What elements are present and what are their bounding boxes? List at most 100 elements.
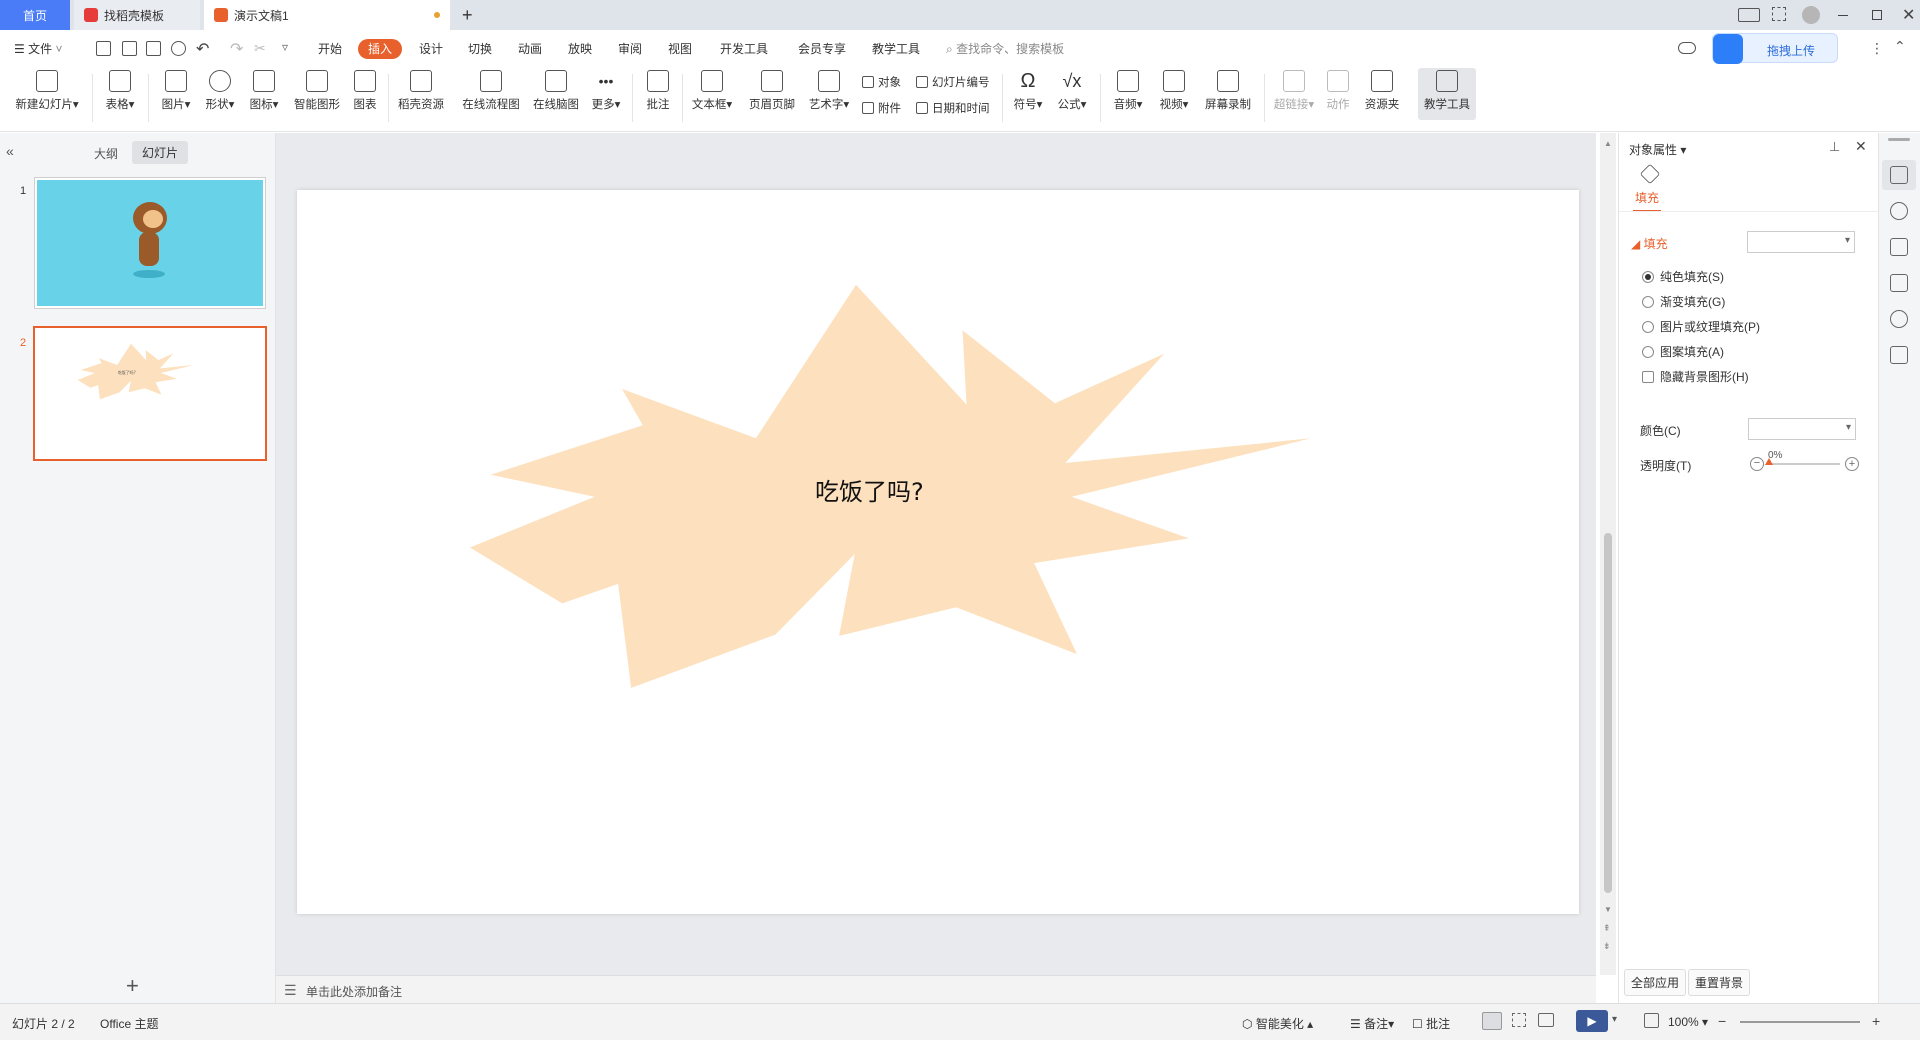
menu-start[interactable]: 开始 <box>318 30 342 68</box>
reset-background-button[interactable]: 重置背景 <box>1688 969 1751 996</box>
prev-slide-icon[interactable]: ⇞ <box>1603 923 1611 934</box>
undo-icon[interactable]: ↶ <box>196 39 209 59</box>
menu-review[interactable]: 审阅 <box>618 30 642 68</box>
collapse-ribbon-icon[interactable]: ⌃ <box>1894 38 1906 55</box>
fit-window-icon[interactable] <box>1644 1013 1659 1028</box>
transparency-slider[interactable] <box>1765 458 1840 465</box>
icon-button[interactable]: 图标▾ <box>244 70 284 112</box>
attachment-button[interactable]: 附件 <box>862 100 901 116</box>
zoom-slider[interactable] <box>1740 1021 1860 1023</box>
tab-document[interactable]: 演示文稿1 <box>204 0 450 30</box>
smart-beautify-button[interactable]: ⬡ 智能美化 ▴ <box>1242 1015 1313 1032</box>
comments-toggle-button[interactable]: ☐ 批注 <box>1412 1015 1450 1032</box>
normal-view-icon[interactable] <box>1482 1012 1502 1030</box>
collapse-panel-icon[interactable]: « <box>6 143 14 159</box>
picture-fill-radio[interactable]: 图片或纹理填充(P) <box>1642 318 1760 335</box>
notes-pane[interactable]: ☰ 单击此处添加备注 <box>276 975 1596 1003</box>
save-icon[interactable] <box>96 41 111 56</box>
menu-design[interactable]: 设计 <box>419 30 443 68</box>
grid-apps-icon[interactable] <box>1772 7 1786 21</box>
menu-insert[interactable]: 插入 <box>358 39 403 59</box>
location-pin-icon[interactable] <box>1890 310 1908 328</box>
shape-text[interactable]: 吃饭了吗? <box>815 472 924 507</box>
minimize-icon[interactable] <box>1838 15 1848 17</box>
online-flowchart-button[interactable]: 在线流程图 <box>458 70 524 112</box>
add-slide-button[interactable]: + <box>126 973 139 999</box>
cloud-icon[interactable] <box>1678 42 1696 54</box>
theme-name[interactable]: Office 主题 <box>100 1015 158 1032</box>
hide-background-checkbox[interactable]: 隐藏背景图形(H) <box>1642 368 1749 385</box>
docer-resource-button[interactable]: 稻壳资源 <box>394 70 448 112</box>
date-time-button[interactable]: 日期和时间 <box>916 100 990 116</box>
textbox-button[interactable]: 文本框▾ <box>688 70 736 112</box>
zoom-out-icon[interactable]: − <box>1718 1013 1726 1029</box>
format-painter-icon[interactable]: ✂ <box>254 40 266 57</box>
screen-record-button[interactable]: 屏幕录制 <box>1200 70 1256 112</box>
menu-member[interactable]: 会员专享 <box>798 30 846 68</box>
video-button[interactable]: 视频▾ <box>1154 70 1194 112</box>
tab-slides[interactable]: 幻灯片 <box>132 141 189 164</box>
slide-thumbnail-selected[interactable]: 吃饭了吗? <box>33 326 267 461</box>
menu-developer[interactable]: 开发工具 <box>720 30 768 68</box>
teaching-tools-button[interactable]: 教学工具 <box>1418 68 1476 120</box>
maximize-icon[interactable] <box>1872 10 1882 20</box>
audio-button[interactable]: 音频▾ <box>1108 70 1148 112</box>
slide-sorter-icon[interactable] <box>1512 1013 1526 1027</box>
solid-fill-radio[interactable]: 纯色填充(S) <box>1642 268 1724 285</box>
print-preview-icon[interactable] <box>171 41 186 56</box>
fill-section-header[interactable]: ◢ 填充 <box>1631 235 1668 252</box>
slide-editor[interactable]: 吃饭了吗? <box>297 190 1579 914</box>
shape-button[interactable]: 形状▾ <box>200 70 240 112</box>
scrollbar-thumb[interactable] <box>1604 533 1612 893</box>
menu-animation[interactable]: 动画 <box>518 30 542 68</box>
redo-icon[interactable]: ↷ <box>230 39 243 59</box>
book-icon[interactable] <box>1890 346 1908 364</box>
next-slide-icon[interactable]: ⇟ <box>1603 941 1611 952</box>
pattern-fill-radio[interactable]: 图案填充(A) <box>1642 343 1724 360</box>
slide-number-button[interactable]: 幻灯片编号 <box>916 74 990 90</box>
menu-view[interactable]: 视图 <box>668 30 692 68</box>
comment-button[interactable]: 批注 <box>640 70 676 112</box>
tab-home[interactable]: 首页 <box>0 0 70 30</box>
apply-all-button[interactable]: 全部应用 <box>1624 969 1687 996</box>
color-dropdown[interactable] <box>1748 418 1856 440</box>
tab-outline[interactable]: 大纲 <box>94 145 118 162</box>
notes-placeholder[interactable]: 单击此处添加备注 <box>306 983 402 1000</box>
notes-toggle-button[interactable]: ☰ 备注▾ <box>1350 1015 1394 1032</box>
new-tab-button[interactable]: + <box>458 0 484 30</box>
avatar[interactable] <box>1802 6 1820 24</box>
menu-teaching[interactable]: 教学工具 <box>872 30 920 68</box>
collapse-sidebar-icon[interactable] <box>1888 138 1910 141</box>
action-button[interactable]: 动作 <box>1322 70 1354 112</box>
window-layout-icon[interactable] <box>1738 8 1760 22</box>
export-pdf-icon[interactable] <box>122 41 137 56</box>
tab-template[interactable]: 找稻壳模板 <box>74 0 200 30</box>
command-search[interactable]: ⌕ 查找命令、搜索模板 <box>946 30 1064 68</box>
reading-view-icon[interactable] <box>1538 1013 1554 1027</box>
picture-button[interactable]: 图片▾ <box>156 70 196 112</box>
picture-tools-icon[interactable] <box>1890 274 1908 292</box>
explosion-shape[interactable] <box>297 190 1579 914</box>
transition-icon[interactable] <box>1890 238 1908 256</box>
menu-slideshow[interactable]: 放映 <box>568 30 592 68</box>
smart-graphic-button[interactable]: 智能图形 <box>290 70 344 112</box>
close-window-icon[interactable]: ✕ <box>1902 5 1915 25</box>
zoom-level[interactable]: 100% ▾ <box>1668 1015 1708 1029</box>
online-mindmap-button[interactable]: 在线脑图 <box>528 70 584 112</box>
transparency-decrease-icon[interactable]: − <box>1750 457 1764 471</box>
wordart-button[interactable]: 艺术字▾ <box>804 70 854 112</box>
close-panel-icon[interactable]: ✕ <box>1855 138 1867 155</box>
chart-button[interactable]: 图表 <box>348 70 382 112</box>
resource-folder-button[interactable]: 资源夹 <box>1360 70 1404 112</box>
pin-icon[interactable]: ⊥ <box>1829 139 1840 155</box>
slideshow-options-icon[interactable]: ▾ <box>1612 1014 1617 1025</box>
gradient-fill-radio[interactable]: 渐变填充(G) <box>1642 293 1725 310</box>
symbol-button[interactable]: Ω 符号▾ <box>1010 70 1046 112</box>
fill-type-dropdown[interactable] <box>1747 231 1855 253</box>
slide-thumbnail[interactable] <box>34 177 266 309</box>
transparency-increase-icon[interactable]: + <box>1845 457 1859 471</box>
properties-title[interactable]: 对象属性 ▾ <box>1629 141 1686 158</box>
print-icon[interactable] <box>146 41 161 56</box>
new-slide-button[interactable]: 新建幻灯片▾ <box>10 70 84 112</box>
zoom-in-icon[interactable]: + <box>1872 1013 1880 1029</box>
